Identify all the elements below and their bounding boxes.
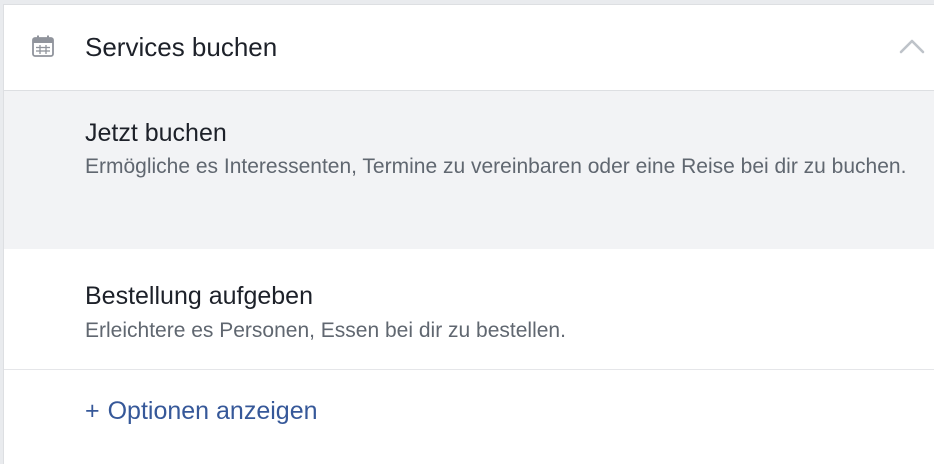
option-description: Erleichtere es Personen, Essen bei dir z… — [85, 319, 566, 342]
section-title: Services buchen — [85, 32, 278, 62]
calendar-icon — [32, 35, 54, 57]
option-bestellung-aufgeben[interactable]: Bestellung aufgeben Erleichtere es Perso… — [4, 249, 934, 370]
chevron-up-icon[interactable] — [899, 38, 925, 54]
option-title: Bestellung aufgeben — [85, 282, 313, 310]
option-jetzt-buchen[interactable]: Jetzt buchen Ermögliche es Interessenten… — [4, 91, 934, 249]
option-title: Jetzt buchen — [85, 119, 227, 147]
option-description: Ermögliche es Interessenten, Termine zu … — [85, 155, 907, 178]
show-options-label: Optionen anzeigen — [107, 397, 318, 425]
show-options-link[interactable]: + Optionen anzeigen — [85, 396, 318, 426]
services-panel: Services buchen Jetzt buchen Ermögliche … — [3, 4, 934, 464]
plus-icon: + — [85, 397, 100, 425]
section-header[interactable]: Services buchen — [4, 5, 934, 91]
